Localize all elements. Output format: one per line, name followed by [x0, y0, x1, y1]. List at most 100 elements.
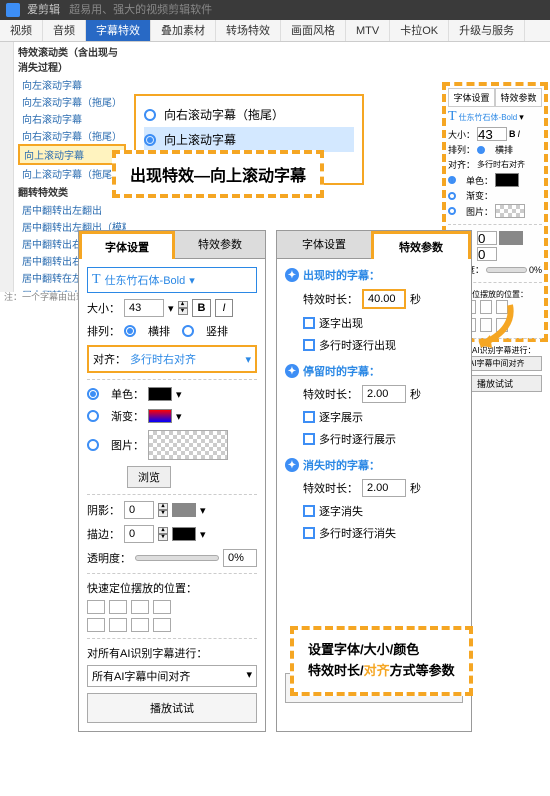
- tab-audio[interactable]: 音频: [43, 20, 86, 41]
- side-strip: [0, 42, 14, 292]
- radio-icon-checked[interactable]: [144, 134, 156, 146]
- tree-item-selected[interactable]: 向上滚动字幕: [18, 144, 126, 165]
- duration-label: 特效时长：: [303, 291, 358, 307]
- rp-tab-font[interactable]: 字体设置: [448, 88, 495, 107]
- shadow-label: 阴影：: [87, 502, 120, 518]
- tab-style[interactable]: 画面风格: [281, 20, 346, 41]
- rp-tab-fx[interactable]: 特效参数: [495, 88, 542, 107]
- tree-item[interactable]: 向左滚动字幕（拖尾）: [18, 93, 126, 110]
- stay-duration-input[interactable]: [362, 385, 406, 403]
- arrange-v: 竖排: [206, 323, 228, 339]
- tab-karaoke[interactable]: 卡拉OK: [390, 20, 449, 41]
- quickpos-label: 快速定位摆放的位置：: [87, 580, 257, 596]
- radio-picture[interactable]: [87, 439, 99, 451]
- color-swatch[interactable]: [148, 387, 172, 401]
- gradient-swatch[interactable]: [148, 409, 172, 423]
- ai-align-select[interactable]: 所有AI字幕中间对齐 ▾: [87, 665, 257, 687]
- bold-icon[interactable]: B: [509, 129, 516, 139]
- color-swatch[interactable]: [495, 173, 519, 187]
- opacity-slider[interactable]: [135, 555, 219, 561]
- radio-icon[interactable]: [448, 176, 456, 184]
- tab-font-settings[interactable]: 字体设置: [277, 231, 371, 259]
- rp-size-input[interactable]: [477, 127, 507, 141]
- chevron-down-icon[interactable]: ▾: [200, 504, 206, 517]
- opacity-slider[interactable]: [486, 267, 527, 273]
- size-input[interactable]: [124, 299, 164, 317]
- cb-label: 逐字出现: [319, 315, 363, 331]
- tab-fx-params[interactable]: 特效参数: [371, 231, 471, 259]
- spinner[interactable]: ▴▾: [178, 301, 188, 315]
- tab-fx-params[interactable]: 特效参数: [175, 231, 265, 259]
- radio-icon[interactable]: [448, 192, 456, 200]
- chevron-down-icon[interactable]: ▾: [245, 353, 251, 366]
- tree-item[interactable]: 居中翻转出左翻出: [18, 201, 126, 218]
- tree-item[interactable]: 向左滚动字幕: [18, 76, 126, 93]
- stroke-color[interactable]: [172, 527, 196, 541]
- play-preview-button[interactable]: 播放试试: [87, 693, 257, 723]
- radio-horizontal[interactable]: [124, 325, 136, 337]
- shadow-input[interactable]: [124, 501, 154, 519]
- checkbox[interactable]: [303, 527, 315, 539]
- radio-icon[interactable]: [477, 146, 485, 154]
- checkbox[interactable]: [303, 339, 315, 351]
- radio-vertical[interactable]: [182, 325, 194, 337]
- radio-icon[interactable]: [144, 109, 156, 121]
- stroke-input[interactable]: [477, 247, 497, 261]
- checker-preview: [148, 430, 228, 460]
- opacity-label: 透明度：: [87, 550, 131, 566]
- checkbox[interactable]: [303, 317, 315, 329]
- chevron-down-icon[interactable]: ▾: [176, 410, 182, 423]
- shadow-color[interactable]: [172, 503, 196, 517]
- rp-align[interactable]: 多行时右对齐: [477, 159, 525, 170]
- rp-font[interactable]: 仕东竹石体-Bold: [459, 112, 518, 123]
- titlebar: 爱剪辑 超易用、强大的视频剪辑软件: [0, 0, 550, 20]
- checkbox[interactable]: [303, 505, 315, 517]
- radio-single-color[interactable]: [87, 388, 99, 400]
- stroke-input[interactable]: [124, 525, 154, 543]
- font-name: 仕东竹石体-Bold: [105, 272, 186, 288]
- radio-icon[interactable]: [448, 207, 456, 215]
- spinner[interactable]: ▴▾: [158, 527, 168, 541]
- tab-overlay[interactable]: 叠加素材: [151, 20, 216, 41]
- chevron-down-icon[interactable]: ▾: [176, 388, 182, 401]
- sec-label: 秒: [410, 291, 421, 307]
- tab-video[interactable]: 视频: [0, 20, 43, 41]
- tab-mtv[interactable]: MTV: [346, 20, 390, 41]
- option-row[interactable]: 向右滚动字幕（拖尾）: [144, 102, 354, 127]
- tab-subtitle-fx[interactable]: 字幕特效: [86, 20, 151, 41]
- italic-icon[interactable]: I: [518, 129, 521, 139]
- font-select[interactable]: T 仕东竹石体-Bold ▾: [87, 267, 257, 293]
- tree-item[interactable]: 向上滚动字幕（拖尾）: [18, 165, 126, 182]
- chevron-down-icon[interactable]: ▾: [200, 528, 206, 541]
- italic-button[interactable]: I: [215, 299, 232, 317]
- shadow-input[interactable]: [477, 231, 497, 245]
- stroke-label: 描边：: [87, 526, 120, 542]
- radio-gradient[interactable]: [87, 410, 99, 422]
- main-tabbar: 视频 音频 字幕特效 叠加素材 转场特效 画面风格 MTV 卡拉OK 升级与服务: [0, 20, 550, 42]
- align-select[interactable]: 多行时右对齐: [130, 351, 241, 367]
- checkbox[interactable]: [303, 433, 315, 445]
- tab-transition[interactable]: 转场特效: [216, 20, 281, 41]
- appear-duration-input[interactable]: [362, 289, 406, 309]
- chevron-down-icon[interactable]: ▾: [168, 302, 174, 315]
- option-row-selected[interactable]: 向上滚动字幕: [144, 127, 354, 152]
- rp-align-label: 对齐：: [448, 158, 475, 171]
- rp-single: 单色：: [466, 174, 493, 187]
- opacity-value[interactable]: [223, 549, 257, 567]
- checkbox[interactable]: [303, 411, 315, 423]
- color-swatch[interactable]: [499, 231, 523, 245]
- ai-align-value: 所有AI字幕中间对齐: [92, 668, 190, 684]
- tab-font-settings[interactable]: 字体设置: [79, 231, 175, 259]
- tree-item[interactable]: 向右滚动字幕: [18, 110, 126, 127]
- browse-button[interactable]: 浏览: [127, 466, 171, 488]
- align-label: 对齐：: [93, 351, 126, 367]
- tree-item[interactable]: 向右滚动字幕（拖尾）: [18, 127, 126, 144]
- tab-upgrade[interactable]: 升级与服务: [449, 20, 525, 41]
- callout-effect-name: 出现特效—向上滚动字幕: [112, 150, 324, 198]
- spinner[interactable]: ▴▾: [158, 503, 168, 517]
- position-grid[interactable]: [87, 600, 257, 632]
- disappear-duration-input[interactable]: [362, 479, 406, 497]
- cb-label: 逐字展示: [319, 409, 363, 425]
- font-settings-panel: 字体设置 特效参数 T 仕东竹石体-Bold ▾ 大小： ▾ ▴▾ B I 排列…: [78, 230, 266, 732]
- bold-button[interactable]: B: [192, 299, 212, 317]
